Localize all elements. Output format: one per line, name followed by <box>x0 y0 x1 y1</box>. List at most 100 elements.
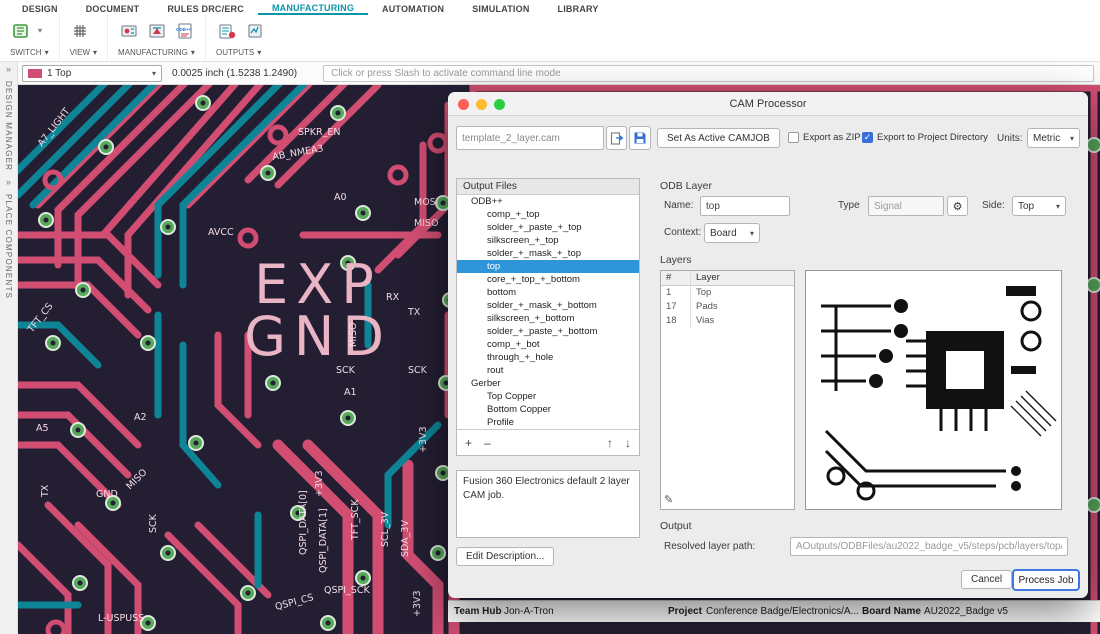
tree-item[interactable]: core_+_top_+_bottom <box>457 273 639 286</box>
tree-item[interactable]: comp_+_bot <box>457 338 639 351</box>
tree-item-selected[interactable]: top <box>457 260 639 273</box>
tree-item[interactable]: comp_+_top <box>457 208 639 221</box>
net-label: L-USPUSS <box>98 613 144 624</box>
maximize-icon[interactable] <box>494 99 505 110</box>
context-select[interactable]: Board▾ <box>704 223 760 243</box>
tree-item[interactable]: solder_+_paste_+_bottom <box>457 325 639 338</box>
chevron-down-icon: ▾ <box>1070 134 1074 143</box>
units-select[interactable]: Metric▾ <box>1027 128 1080 148</box>
net-label: RX <box>386 292 400 303</box>
grid-view-icon[interactable] <box>70 20 91 41</box>
net-label: TFT_CS <box>25 301 55 336</box>
process-job-button[interactable]: Process Job <box>1012 569 1080 591</box>
add-output-button[interactable]: + <box>465 437 472 449</box>
app-window: DESIGN DOCUMENT RULES DRC/ERC MANUFACTUR… <box>0 0 1100 634</box>
project-label: Project <box>668 606 702 617</box>
table-row[interactable]: 17Pads <box>661 300 794 314</box>
switch-group-label[interactable]: SWITCH▾ <box>10 48 49 57</box>
tab-simulation[interactable]: SIMULATION <box>458 2 543 15</box>
board-name-label: Board Name <box>862 606 921 617</box>
checkbox-checked-icon: ✓ <box>862 132 873 143</box>
minimize-icon[interactable] <box>476 99 487 110</box>
window-controls <box>458 99 505 110</box>
manufacturing-tool-icon-2[interactable] <box>146 20 167 41</box>
toolbar-group-switch: ▾ SWITCH▾ <box>0 15 60 61</box>
move-up-button[interactable]: ↑ <box>607 437 613 449</box>
toolbar-group-outputs: OUTPUTS▾ <box>206 15 275 61</box>
close-icon[interactable] <box>458 99 469 110</box>
tree-item[interactable]: solder_+_mask_+_top <box>457 247 639 260</box>
expand-panel-icon[interactable]: » <box>6 65 11 74</box>
tree-item[interactable]: solder_+_mask_+_bottom <box>457 299 639 312</box>
layer-selector[interactable]: 1 Top ▾ <box>22 65 162 82</box>
move-down-button[interactable]: ↓ <box>625 437 631 449</box>
set-active-camjob-button[interactable]: Set As Active CAMJOB <box>657 128 780 148</box>
net-label: MOSI <box>414 197 439 208</box>
view-group-label[interactable]: VIEW▾ <box>70 48 97 57</box>
tab-design[interactable]: DESIGN <box>8 2 72 15</box>
expand-panel-icon[interactable]: » <box>6 178 11 187</box>
export-to-project-directory-checkbox[interactable]: ✓ Export to Project Directory <box>862 132 988 143</box>
manufacturing-group-label[interactable]: MANUFACTURING▾ <box>118 48 195 57</box>
tree-item-gerber[interactable]: Gerber <box>457 377 639 390</box>
project-value: Conference Badge/Electronics/A... <box>706 606 859 617</box>
pencil-icon: ✎ <box>664 494 673 506</box>
tree-item[interactable]: through_+_hole <box>457 351 639 364</box>
load-file-icon <box>610 132 623 145</box>
net-label: +3V3 <box>314 470 325 497</box>
tree-item[interactable]: silkscreen_+_top <box>457 234 639 247</box>
tab-rules-drc-erc[interactable]: RULES DRC/ERC <box>153 2 258 15</box>
tab-document[interactable]: DOCUMENT <box>72 2 154 15</box>
sidebar-tab-design-manager[interactable]: DESIGN MANAGER <box>4 81 13 171</box>
sidebar-tab-place-components[interactable]: PLACE COMPONENTS <box>4 194 13 299</box>
status-footer: Team Hub Jon-A-Tron Project Conference B… <box>448 600 1100 622</box>
tree-item[interactable]: rout <box>457 364 639 377</box>
tab-automation[interactable]: AUTOMATION <box>368 2 458 15</box>
tree-actions: + – ↑ ↓ <box>457 429 639 455</box>
cam-job-description[interactable]: Fusion 360 Electronics default 2 layer C… <box>456 470 640 538</box>
table-row[interactable]: 18Vias <box>661 314 794 328</box>
tree-item[interactable]: Bottom Copper <box>457 403 639 416</box>
net-label: SCL_3V <box>380 511 391 547</box>
edit-layers-button[interactable]: ✎ <box>664 493 673 506</box>
cam-file-input[interactable] <box>456 126 604 150</box>
cancel-button[interactable]: Cancel <box>961 570 1012 589</box>
layer-type-settings-button[interactable]: ⚙ <box>947 196 968 216</box>
outputs-group-label[interactable]: OUTPUTS▾ <box>216 48 265 57</box>
layers-section-title: Layers <box>660 254 692 266</box>
edit-description-button[interactable]: Edit Description... <box>456 547 554 566</box>
caret-icon: ▾ <box>45 48 49 57</box>
tree-item[interactable]: Profile <box>457 416 639 429</box>
export-as-zip-checkbox[interactable]: Export as ZIP <box>788 132 861 143</box>
left-panel-strip: » DESIGN MANAGER » PLACE COMPONENTS <box>0 62 18 634</box>
command-line-input[interactable] <box>323 65 1094 82</box>
save-cam-file-button[interactable] <box>629 126 651 150</box>
tab-manufacturing[interactable]: MANUFACTURING <box>258 1 368 15</box>
caret-icon: ▾ <box>257 48 261 57</box>
dialog-titlebar[interactable]: CAM Processor <box>448 92 1088 116</box>
table-row[interactable]: 1Top <box>661 286 794 300</box>
side-select[interactable]: Top▾ <box>1012 196 1066 216</box>
gerber-output-icon[interactable] <box>244 20 265 41</box>
manufacturing-tool-icon-1[interactable] <box>118 20 139 41</box>
tree-item[interactable]: bottom <box>457 286 639 299</box>
tree-item[interactable]: solder_+_paste_+_top <box>457 221 639 234</box>
type-label: Type <box>838 200 860 211</box>
switch-document-icon[interactable] <box>10 20 31 41</box>
layer-type-input <box>868 196 944 216</box>
remove-output-button[interactable]: – <box>484 437 491 449</box>
tree-item-odb[interactable]: ODB++ <box>457 195 639 208</box>
tree-item[interactable]: silkscreen_+_bottom <box>457 312 639 325</box>
cam-output-icon[interactable] <box>216 20 237 41</box>
layer-name-input[interactable] <box>700 196 790 216</box>
odb-export-icon[interactable]: ODB++ <box>174 20 195 41</box>
net-label: QSPI_SCK <box>324 585 370 596</box>
tree-item[interactable]: Top Copper <box>457 390 639 403</box>
net-label: TX <box>407 307 421 318</box>
load-cam-file-button[interactable] <box>606 126 627 150</box>
cam-processor-dialog: CAM Processor Set As Active CAMJOB Expor… <box>448 92 1088 598</box>
net-label: SCK <box>408 365 428 376</box>
net-label: SPKR_EN <box>298 127 340 138</box>
tab-library[interactable]: LIBRARY <box>544 2 613 15</box>
chevron-down-icon: ▾ <box>152 69 156 78</box>
